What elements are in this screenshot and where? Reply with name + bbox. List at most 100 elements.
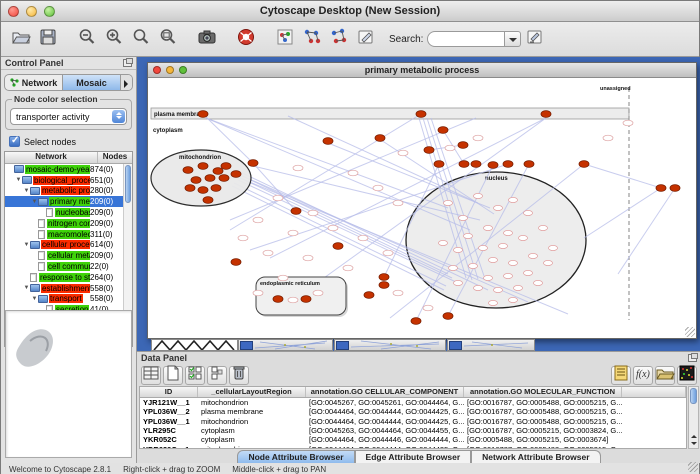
attr-select-button[interactable]	[141, 366, 161, 385]
vizmapper-icon	[275, 27, 295, 52]
table-cell: [GO:0016787, GO:0005215, GO:0003824, G..…	[464, 426, 622, 435]
tree-row[interactable]: ▼primary metabo209(0)	[5, 196, 123, 207]
tree-row[interactable]: cell communicat22(0)	[5, 261, 123, 272]
background-window-fragment[interactable]	[447, 339, 535, 351]
attr-fx-icon: f(x)	[633, 363, 653, 388]
tree-row[interactable]: ▼cellular process614(0)	[5, 240, 123, 251]
help-button[interactable]	[232, 26, 259, 53]
tree-row[interactable]: nucleobase-209(0)	[5, 207, 123, 218]
attr-unselect-button[interactable]	[207, 366, 227, 385]
table-column-header[interactable]: annotation.GO CELLULAR_COMPONENT	[306, 387, 464, 397]
table-scrollbar[interactable]	[688, 386, 699, 449]
expand-arrow-icon[interactable]: ▼	[23, 285, 30, 291]
search-dropdown-button[interactable]	[505, 31, 521, 47]
background-window-fragment[interactable]	[334, 339, 446, 351]
status-bar: Welcome to Cytoscape 2.8.1 Right-click +…	[1, 463, 699, 474]
tab-edge-attribute-browser[interactable]: Edge Attribute Browser	[355, 450, 472, 463]
svg-text:mitochondrion: mitochondrion	[179, 155, 221, 161]
folder-icon	[38, 198, 48, 206]
attr-selectall-button[interactable]	[185, 366, 205, 385]
zoom-in-button[interactable]	[100, 26, 127, 53]
expand-arrow-icon[interactable]: ▼	[23, 188, 30, 194]
tab-mosaic[interactable]: Mosaic	[62, 75, 120, 90]
expand-arrow-icon[interactable]: ▼	[15, 177, 22, 183]
tab-network-attribute-browser[interactable]: Network Attribute Browser	[471, 450, 600, 463]
search-input[interactable]	[427, 31, 505, 47]
network-canvas[interactable]: plasma membranecytoplasmunassignednucleu…	[148, 78, 696, 338]
float-panel-icon[interactable]	[123, 59, 132, 67]
zoom-fit-button[interactable]	[127, 26, 154, 53]
annotation-icon	[356, 27, 376, 52]
vizmapper-button[interactable]	[271, 26, 298, 53]
table-row[interactable]: YKR052Ccytoplasm[GO:0044464, GO:0044446,…	[140, 435, 686, 444]
main-toolbar: Search:	[1, 22, 699, 57]
tree-row[interactable]: macromolecule311(0)	[5, 229, 123, 240]
expand-arrow-icon[interactable]: ▼	[31, 296, 38, 302]
birdseye-view-panel[interactable]	[5, 310, 132, 458]
float-data-panel-icon[interactable]	[688, 354, 697, 362]
network-tab-icon	[10, 78, 19, 87]
node-color-dropdown[interactable]: transporter activity	[10, 108, 127, 125]
table-row[interactable]: YJR121W__1mitochondrion[GO:0045267, GO:0…	[140, 398, 686, 407]
zoom-out-icon	[77, 27, 97, 52]
table-row[interactable]: YPL036W__1mitochondrion[GO:0044464, GO:0…	[140, 417, 686, 426]
snapshot-button[interactable]	[193, 26, 220, 53]
attr-delete-button[interactable]	[229, 366, 249, 385]
background-window-fragment[interactable]	[151, 339, 238, 351]
tree-row[interactable]: ▼biological_process651(0)	[5, 175, 123, 186]
scroll-up-icon[interactable]	[690, 432, 697, 439]
tree-row-label: biological_process	[33, 176, 90, 185]
view-resize-grip[interactable]	[685, 327, 695, 337]
tree-row[interactable]: ▼metabolic process280(0)	[5, 186, 123, 197]
table-row[interactable]: YPL036W__2plasma membrane[GO:0044464, GO…	[140, 407, 686, 416]
layout-1-button[interactable]	[298, 26, 325, 53]
table-column-header[interactable]: annotation.GO MOLECULAR_FUNCTION	[464, 387, 622, 397]
tree-row[interactable]: ▼transport558(0)	[5, 294, 123, 305]
expand-arrow-icon[interactable]: ▼	[31, 199, 38, 205]
attr-fx-button[interactable]: f(x)	[633, 366, 653, 385]
attr-matrix-button[interactable]	[677, 366, 697, 385]
layout-2-button[interactable]	[325, 26, 352, 53]
search-settings-button[interactable]	[521, 26, 548, 53]
window-resize-grip[interactable]	[688, 462, 698, 472]
table-cell: [GO:0016787, GO:0005488, GO:0005215, G..…	[464, 417, 622, 426]
save-session-button[interactable]	[34, 26, 61, 53]
control-panel: Control Panel Network Mosaic Node color …	[1, 57, 137, 463]
tab-network[interactable]: Network	[5, 75, 62, 90]
tree-row[interactable]: cellular metabol209(0)	[5, 250, 123, 261]
table-cell: YPL036W__1	[140, 417, 198, 426]
expand-arrow-icon[interactable]: ▼	[23, 242, 30, 248]
tree-row[interactable]: nitrogen compo209(0)	[5, 218, 123, 229]
table-cell: mitochondrion	[198, 417, 306, 426]
background-windows-strip	[137, 339, 700, 351]
tree-row[interactable]: ▼establishment of lo558(0)	[5, 283, 123, 294]
file-icon	[38, 262, 45, 271]
tab-node-attribute-browser[interactable]: Node Attribute Browser	[237, 450, 354, 463]
network-window-titlebar[interactable]: primary metabolic process	[148, 63, 696, 78]
table-cell: YLR295C	[140, 426, 198, 435]
search-label: Search:	[389, 34, 423, 45]
select-nodes-checkbox[interactable]	[9, 136, 20, 147]
table-column-header[interactable]: ID	[140, 387, 198, 397]
open-session-button[interactable]	[7, 26, 34, 53]
tree-row[interactable]: mosaic-demo-yeast874(0)	[5, 164, 123, 175]
snapshot-icon	[197, 27, 217, 52]
background-window-fragment[interactable]	[238, 339, 333, 351]
zoom-out-button[interactable]	[73, 26, 100, 53]
control-panel-title: Control Panel	[5, 58, 64, 68]
scroll-down-icon[interactable]	[690, 440, 697, 447]
attr-list-button[interactable]	[611, 366, 631, 385]
zoom-selected-button[interactable]	[154, 26, 181, 53]
table-column-header[interactable]: _cellularLayoutRegion	[198, 387, 306, 397]
attr-import-button[interactable]	[655, 366, 675, 385]
tree-col-nodes[interactable]: Nodes	[98, 152, 132, 163]
table-row[interactable]: YLR295Ccytoplasm[GO:0045263, GO:0044464,…	[140, 426, 686, 435]
annotation-button[interactable]	[352, 26, 379, 53]
table-cell: [GO:0044464, GO:0044444, GO:0044425, G..…	[306, 445, 464, 449]
table-row[interactable]: YDR039C__1mitochondrion[GO:0044464, GO:0…	[140, 444, 686, 449]
tab-overflow-button[interactable]	[120, 75, 132, 90]
tree-row-label: macromolecule	[47, 230, 90, 239]
tree-col-network[interactable]: Network	[5, 152, 98, 163]
attr-new-button[interactable]	[163, 366, 183, 385]
tree-row[interactable]: response to stimulu264(0)	[5, 272, 123, 283]
